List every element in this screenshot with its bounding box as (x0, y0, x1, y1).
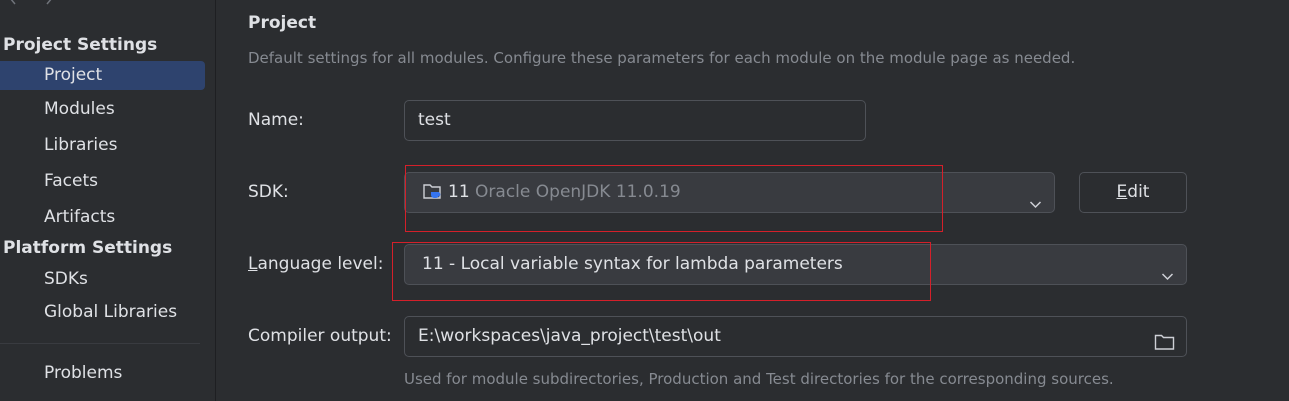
sdk-version: 11 (448, 182, 470, 202)
sdk-label: SDK: (248, 182, 289, 202)
sidebar-divider (0, 343, 200, 344)
chevron-left-icon[interactable] (6, 0, 20, 5)
name-label: Name: (248, 110, 304, 130)
edit-button-label: dit (1127, 182, 1150, 202)
sidebar-item-modules[interactable]: Modules (0, 95, 205, 124)
project-structure-dialog: Project Settings Project Modules Librari… (0, 0, 1289, 401)
sidebar: Project Settings Project Modules Librari… (0, 0, 216, 401)
chevron-right-icon[interactable] (42, 0, 56, 5)
compiler-output-label: Compiler output: (248, 326, 392, 346)
page-title: Project (248, 13, 317, 33)
sidebar-item-problems[interactable]: Problems (0, 359, 205, 388)
project-settings-header: Project Settings (3, 35, 158, 55)
compiler-output-field[interactable]: E:\workspaces\java_project\test\out (404, 316, 1187, 357)
sidebar-item-sdks[interactable]: SDKs (0, 265, 205, 294)
sdk-detail: Oracle OpenJDK 11.0.19 (475, 182, 681, 202)
name-field[interactable]: test (404, 100, 866, 141)
java-folder-icon (422, 177, 442, 216)
folder-icon[interactable] (1154, 327, 1175, 356)
edit-button-mnemonic: E (1116, 182, 1128, 202)
language-level-dropdown[interactable]: 11 - Local variable syntax for lambda pa… (404, 244, 1187, 285)
chevron-down-icon (1029, 187, 1042, 226)
platform-settings-header: Platform Settings (3, 238, 173, 258)
chevron-down-icon (1161, 259, 1174, 298)
sdk-dropdown[interactable]: 11 Oracle OpenJDK 11.0.19 (404, 172, 1055, 213)
language-level-value: 11 - Local variable syntax for lambda pa… (422, 254, 843, 274)
sidebar-item-artifacts[interactable]: Artifacts (0, 203, 205, 232)
compiler-output-hint: Used for module subdirectories, Producti… (404, 370, 1114, 388)
language-level-label: Language level: (248, 254, 383, 274)
sidebar-item-facets[interactable]: Facets (0, 167, 205, 196)
compiler-output-value: E:\workspaces\java_project\test\out (418, 326, 721, 346)
sidebar-item-libraries[interactable]: Libraries (0, 131, 205, 160)
page-description: Default settings for all modules. Config… (248, 49, 1076, 67)
project-settings-panel: Project Default settings for all modules… (217, 0, 1289, 401)
nav-arrows (6, 0, 56, 5)
language-level-label-text: anguage level: (257, 254, 384, 274)
sidebar-item-global-libraries[interactable]: Global Libraries (0, 298, 205, 327)
edit-sdk-button[interactable]: Edit (1079, 172, 1187, 213)
sidebar-item-project[interactable]: Project (0, 61, 205, 90)
